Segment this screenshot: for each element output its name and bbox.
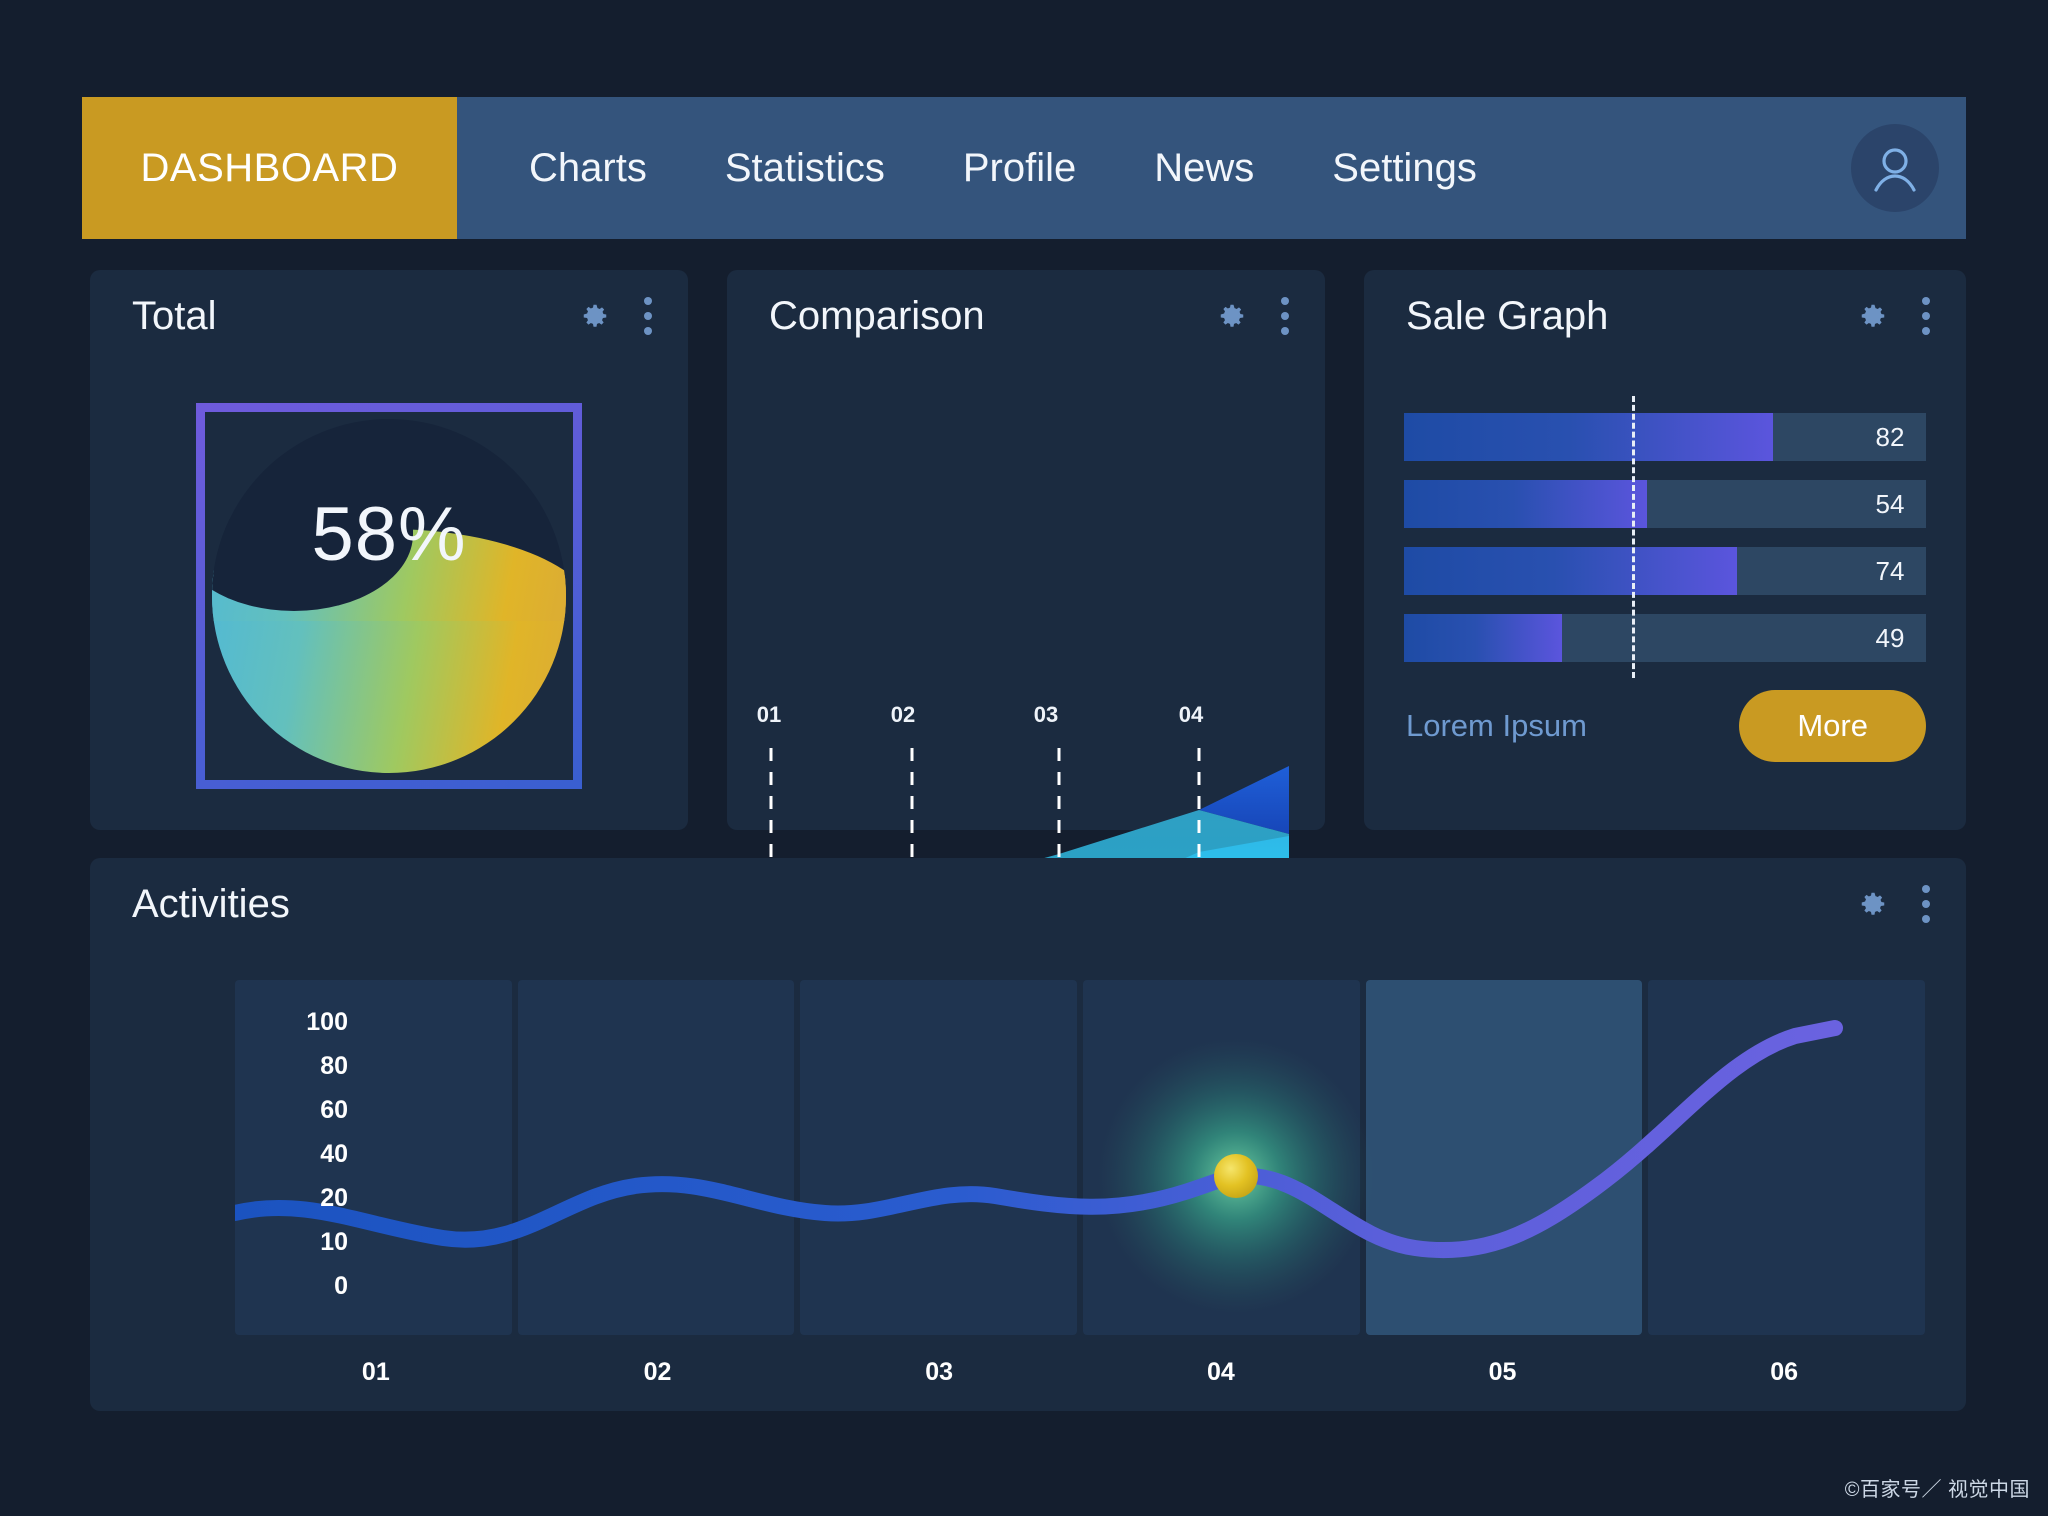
- activities-y-axis: 100 80 60 40 20 10 0: [258, 1008, 348, 1316]
- dot: [644, 297, 652, 305]
- brand-label: DASHBOARD: [141, 146, 399, 191]
- sale-bar-value: 74: [1854, 547, 1926, 595]
- activities-ytick-60: 60: [320, 1096, 348, 1125]
- sale-bar-value: 82: [1854, 413, 1926, 461]
- nav-item-news[interactable]: News: [1154, 146, 1254, 191]
- gauge-inner: [212, 419, 566, 773]
- card-total: Total 58%: [90, 270, 688, 830]
- dot: [1281, 327, 1289, 335]
- sale-bar-fill: [1404, 547, 1737, 595]
- user-avatar-icon[interactable]: [1851, 124, 1939, 212]
- activities-xtick-02: 02: [517, 1358, 799, 1387]
- card-activities-title: Activities: [132, 882, 290, 927]
- activities-marker-dot: [1214, 1154, 1258, 1198]
- brand-dashboard-tab[interactable]: DASHBOARD: [82, 97, 457, 239]
- nav-item-charts[interactable]: Charts: [529, 146, 647, 191]
- sale-bar-track: [1404, 480, 1854, 528]
- top-navigation-bar: DASHBOARD Charts Statistics Profile News…: [82, 97, 1966, 239]
- dot: [1922, 327, 1930, 335]
- gauge-liquid-fill: [212, 575, 566, 773]
- vertical-dots-icon[interactable]: [1922, 297, 1930, 335]
- dot: [644, 327, 652, 335]
- card-activities-header: Activities: [90, 858, 1966, 950]
- card-activities-tools: [1858, 885, 1930, 923]
- gear-icon[interactable]: [580, 301, 610, 331]
- comparison-xtick-02: 02: [891, 702, 915, 728]
- sale-bar-track: [1404, 547, 1854, 595]
- sale-bar-value: 49: [1854, 614, 1926, 662]
- card-comparison-tools: [1217, 297, 1289, 335]
- user-avatar-glyph: [1867, 140, 1923, 196]
- activities-line-path: [235, 1028, 1835, 1250]
- watermark: ©百家号／ 视觉中国: [1845, 1473, 2030, 1502]
- sale-bar-list: 82 54 74 49: [1404, 413, 1926, 681]
- sale-bar-value: 54: [1854, 480, 1926, 528]
- card-comparison-title: Comparison: [769, 294, 985, 339]
- activities-xtick-03: 03: [798, 1358, 1080, 1387]
- vertical-dots-icon[interactable]: [644, 297, 652, 335]
- dot: [1922, 915, 1930, 923]
- activities-ytick-80: 80: [320, 1052, 348, 1081]
- card-sale-header: Sale Graph: [1364, 270, 1966, 362]
- activities-xtick-06: 06: [1643, 1358, 1925, 1387]
- nav-menu: Charts Statistics Profile News Settings: [457, 97, 1824, 239]
- activities-xtick-04: 04: [1080, 1358, 1362, 1387]
- dot: [1922, 297, 1930, 305]
- sale-bar-track: [1404, 413, 1854, 461]
- sale-bar-fill: [1404, 413, 1773, 461]
- more-button[interactable]: More: [1739, 690, 1926, 762]
- activities-line-chart: [235, 980, 1925, 1335]
- activities-ytick-20: 20: [320, 1184, 348, 1213]
- nav-item-settings[interactable]: Settings: [1332, 146, 1477, 191]
- sale-bar-row[interactable]: 74: [1404, 547, 1926, 595]
- vertical-dots-icon[interactable]: [1922, 885, 1930, 923]
- comparison-x-tick-labels: 01 02 03 04: [769, 702, 1289, 736]
- sale-bar-fill: [1404, 480, 1647, 528]
- card-sale-graph: Sale Graph 82: [1364, 270, 1966, 830]
- gear-icon[interactable]: [1858, 301, 1888, 331]
- nav-item-statistics[interactable]: Statistics: [725, 146, 885, 191]
- card-sale-tools: [1858, 297, 1930, 335]
- activities-ytick-40: 40: [320, 1140, 348, 1169]
- sale-footer: Lorem Ipsum More: [1406, 690, 1926, 762]
- dot: [1281, 312, 1289, 320]
- activities-xtick-01: 01: [235, 1358, 517, 1387]
- card-total-header: Total: [90, 270, 688, 362]
- sale-footer-text: Lorem Ipsum: [1406, 708, 1587, 744]
- activities-ytick-0: 0: [334, 1272, 348, 1301]
- dot: [644, 312, 652, 320]
- sale-bar-fill: [1404, 614, 1562, 662]
- total-liquid-gauge: 58%: [196, 403, 582, 789]
- sale-bar-row[interactable]: 54: [1404, 480, 1926, 528]
- vertical-dots-icon[interactable]: [1281, 297, 1289, 335]
- card-total-title: Total: [132, 294, 217, 339]
- comparison-xtick-04: 04: [1179, 702, 1203, 728]
- dot: [1281, 297, 1289, 305]
- activities-x-axis: 01 02 03 04 05 06: [235, 1358, 1925, 1387]
- nav-item-profile[interactable]: Profile: [963, 146, 1076, 191]
- comparison-xtick-01: 01: [757, 702, 781, 728]
- activities-ytick-10: 10: [320, 1228, 348, 1257]
- gear-icon[interactable]: [1858, 889, 1888, 919]
- sale-bar-row[interactable]: 82: [1404, 413, 1926, 461]
- gauge-percent-label: 58%: [196, 491, 582, 578]
- dashboard-page: DASHBOARD Charts Statistics Profile News…: [0, 0, 2048, 1516]
- card-sale-title: Sale Graph: [1406, 294, 1608, 339]
- sale-target-line: [1632, 396, 1635, 678]
- dot: [1922, 312, 1930, 320]
- dot: [1922, 885, 1930, 893]
- card-total-tools: [580, 297, 652, 335]
- card-activities: Activities: [90, 858, 1966, 1411]
- sale-bar-track: [1404, 614, 1854, 662]
- card-comparison: Comparison 01 02 03 04: [727, 270, 1325, 830]
- activities-xtick-05: 05: [1362, 1358, 1644, 1387]
- gear-icon[interactable]: [1217, 301, 1247, 331]
- activities-ytick-100: 100: [306, 1008, 348, 1037]
- avatar-button[interactable]: [1824, 97, 1966, 239]
- sale-bar-row[interactable]: 49: [1404, 614, 1926, 662]
- comparison-xtick-03: 03: [1034, 702, 1058, 728]
- card-comparison-header: Comparison: [727, 270, 1325, 362]
- dot: [1922, 900, 1930, 908]
